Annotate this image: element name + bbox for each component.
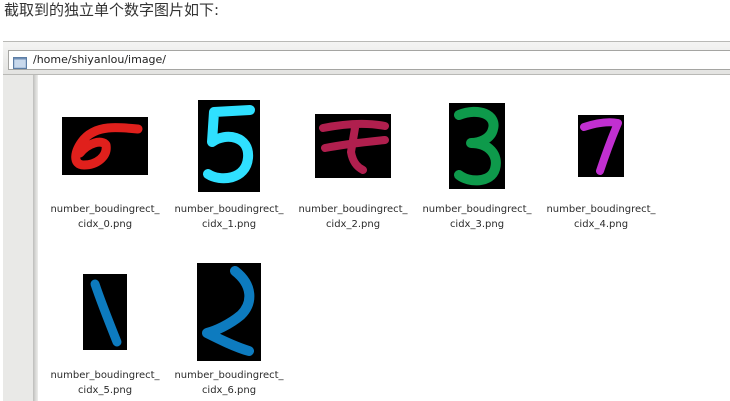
location-path: /home/shiyanlou/image/ [33,53,167,66]
file-name: number_boudingrect_ cidx_1.png [174,204,284,230]
file-name: number_boudingrect_ cidx_6.png [174,370,284,396]
image-thumbnail [43,96,167,196]
file-name: number_boudingrect_ cidx_5.png [50,370,160,396]
image-thumbnail [167,96,291,196]
caption-text: 截取到的独立单个数字图片如下: [4,1,220,19]
image-thumbnail [539,96,663,196]
image-thumbnail [167,262,291,362]
file-name: number_boudingrect_ cidx_2.png [298,204,408,230]
image-thumbnail [415,96,539,196]
side-pane [3,75,33,401]
location-field[interactable]: /home/shiyanlou/image/ [8,50,730,70]
file-name: number_boudingrect_ cidx_0.png [50,204,160,230]
location-bar: /home/shiyanlou/image/ [3,41,730,75]
file-manager-window: /home/shiyanlou/image/ number_boudingrec… [3,41,730,401]
image-thumbnail [291,96,415,196]
folder-icon [13,54,27,69]
pane-splitter[interactable] [33,75,38,401]
file-name: number_boudingrect_ cidx_4.png [546,204,656,230]
file-name: number_boudingrect_ cidx_3.png [422,204,532,230]
image-thumbnail [43,262,167,362]
